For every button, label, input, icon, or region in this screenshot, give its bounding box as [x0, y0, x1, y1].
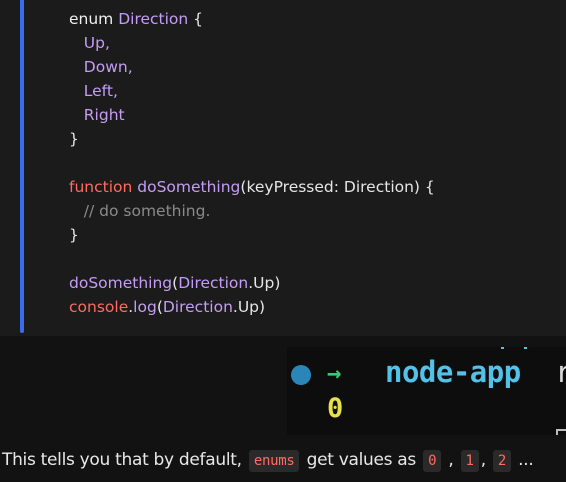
code-token: }: [69, 130, 79, 148]
code-token: Up,: [69, 34, 110, 52]
code-token: }: [69, 226, 79, 244]
code-lines: enum Direction { Up, Down, Left, Right} f…: [69, 7, 435, 319]
code-token: log: [133, 298, 157, 316]
terminal-app-name: node-app: [385, 355, 521, 389]
code-token: (keyPressed: Direction) {: [240, 178, 435, 196]
inline-code-enums: enums: [248, 450, 300, 472]
prompt-arrow-icon: →: [327, 359, 342, 387]
prose-separator: ,: [443, 450, 459, 470]
code-token: Left,: [69, 82, 118, 100]
inline-code-one: 1: [460, 450, 479, 472]
terminal-cropped-glyph: [501, 347, 527, 349]
code-token: Right: [69, 106, 125, 124]
code-line: function doSomething(keyPressed: Directi…: [69, 175, 435, 199]
terminal-output-value: 0: [327, 393, 344, 424]
code-line: doSomething(Direction.Up): [69, 271, 435, 295]
prose-text: get values as: [301, 450, 422, 470]
code-line: }: [69, 127, 435, 151]
code-token: console: [69, 298, 129, 316]
code-token: .Up): [232, 298, 266, 316]
code-token: // do something.: [69, 202, 211, 220]
code-token: Direction: [118, 10, 189, 28]
code-token: doSomething: [137, 178, 241, 196]
code-line: Down,: [69, 55, 435, 79]
inline-code-zero: 0: [423, 450, 442, 472]
prose-separator: ,: [480, 450, 491, 470]
inline-code-two: 2: [492, 450, 512, 472]
prompt-status-dot-icon: [291, 365, 311, 385]
code-token: function: [69, 178, 138, 196]
code-token: .Up): [248, 274, 281, 292]
code-line: console.log(Direction.Up): [69, 295, 435, 319]
code-token: Down,: [69, 58, 133, 76]
terminal-truncated-text: r: [555, 355, 566, 389]
code-block: enum Direction { Up, Down, Left, Right} f…: [0, 0, 566, 336]
code-token: enum: [69, 10, 119, 28]
code-token: {: [188, 10, 204, 28]
terminal-cursor-fragment: [556, 429, 566, 435]
code-block-accent-bar: [20, 0, 24, 333]
code-token: Direction: [162, 298, 233, 316]
prose-text: This tells you that by default,: [2, 450, 247, 470]
code-line: Left,: [69, 79, 435, 103]
code-line: }: [69, 223, 435, 247]
code-token: doSomething: [69, 274, 173, 292]
code-line: Right: [69, 103, 435, 127]
code-line: enum Direction {: [69, 7, 435, 31]
explanation-paragraph: This tells you that by default, enums ge…: [2, 450, 534, 472]
prose-ellipsis: ...: [513, 450, 534, 470]
code-token: Direction: [178, 274, 249, 292]
code-line: Up,: [69, 31, 435, 55]
code-line: // do something.: [69, 199, 435, 223]
terminal-output-screenshot: → node-app r 0: [287, 347, 566, 435]
